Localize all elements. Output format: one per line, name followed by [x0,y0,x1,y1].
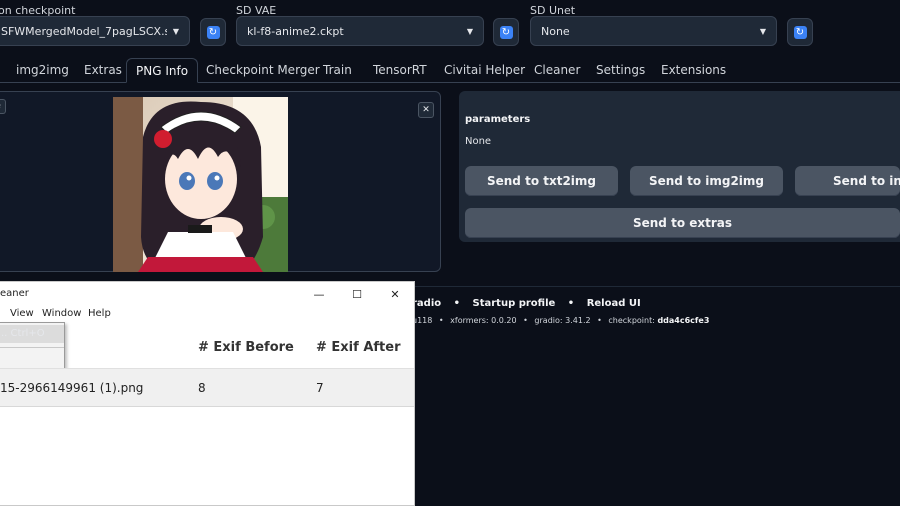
send-to-extras-button[interactable]: Send to extras [465,208,900,238]
parameters-value: None [465,136,492,147]
chevron-down-icon: ▼ [172,26,179,36]
menu-view[interactable]: View [10,308,34,319]
close-icon[interactable]: ✕ [418,102,434,118]
image-label-tag: e [0,99,6,114]
tab-civitai-helper[interactable]: Civitai Helper [444,58,525,82]
chevron-down-icon: ▼ [759,26,766,36]
column-exif-after[interactable]: # Exif After [316,340,400,355]
footer-link-startup-profile[interactable]: Startup profile [473,298,556,309]
column-exif-before[interactable]: # Exif Before [198,340,294,355]
parameters-label: parameters [465,114,531,125]
menu-separator [0,347,64,348]
checkpoint-dropdown[interactable]: SFWMergedModel_7pagLSCX.safetens ▼ [0,16,190,46]
menu-help[interactable]: Help [88,308,111,319]
refresh-icon: ↻ [793,25,807,39]
tab-cleaner[interactable]: Cleaner [534,58,580,82]
checkpoint-value: SFWMergedModel_7pagLSCX.safetens [1,24,167,38]
file-context-menu: .. Ctrl+O [0,322,65,372]
refresh-icon: ↻ [499,25,513,39]
checkpoint-hash: dda4c6cfe3 [657,316,710,325]
footer-links: radio • Startup profile • Reload UI [412,298,641,309]
unet-value: None [541,24,570,38]
close-window-button[interactable]: ✕ [378,284,412,304]
tab-png-info[interactable]: PNG Info [126,58,199,83]
send-to-img2img-button[interactable]: Send to img2img [630,166,783,196]
tab-train[interactable]: Train [323,58,352,82]
menu-window[interactable]: Window [42,308,81,319]
window-titlebar[interactable]: eaner — ☐ ✕ [0,282,414,306]
row-filename: 15-2966149961 (1).png [0,381,144,395]
send-to-txt2img-button[interactable]: Send to txt2img [465,166,618,196]
refresh-icon: ↻ [206,25,220,39]
unet-refresh-button[interactable]: ↻ [787,18,813,46]
row-exif-after: 7 [316,381,324,395]
checkpoint-refresh-button[interactable]: ↻ [200,18,226,46]
footer-link-gradio[interactable]: radio [412,298,441,309]
tab-bar: img2img Extras PNG Info Checkpoint Merge… [0,58,900,83]
image-input-panel[interactable]: e ✕ [0,91,441,272]
chevron-down-icon: ▼ [466,26,473,36]
vae-dropdown[interactable]: kl-f8-anime2.ckpt ▼ [236,16,484,46]
uploaded-image [113,97,288,272]
window-title: eaner [0,288,29,299]
tab-checkpoint-merger[interactable]: Checkpoint Merger [206,58,320,82]
tab-extras[interactable]: Extras [84,58,122,82]
row-exif-before: 8 [198,381,206,395]
unet-dropdown[interactable]: None ▼ [530,16,777,46]
tab-settings[interactable]: Settings [596,58,645,82]
tab-tensorrt[interactable]: TensorRT [373,58,427,82]
tab-extensions[interactable]: Extensions [661,58,726,82]
maximize-button[interactable]: ☐ [340,284,374,304]
tab-img2img[interactable]: img2img [16,58,69,82]
footer-link-reload-ui[interactable]: Reload UI [587,298,641,309]
open-menu-item[interactable]: .. Ctrl+O [0,325,64,343]
send-to-inpaint-button[interactable]: Send to inpai [795,166,900,196]
vae-value: kl-f8-anime2.ckpt [247,24,344,38]
version-info: u118 • xformers: 0.0.20 • gradio: 3.41.2… [412,316,710,325]
vae-refresh-button[interactable]: ↻ [493,18,519,46]
minimize-button[interactable]: — [302,284,336,304]
